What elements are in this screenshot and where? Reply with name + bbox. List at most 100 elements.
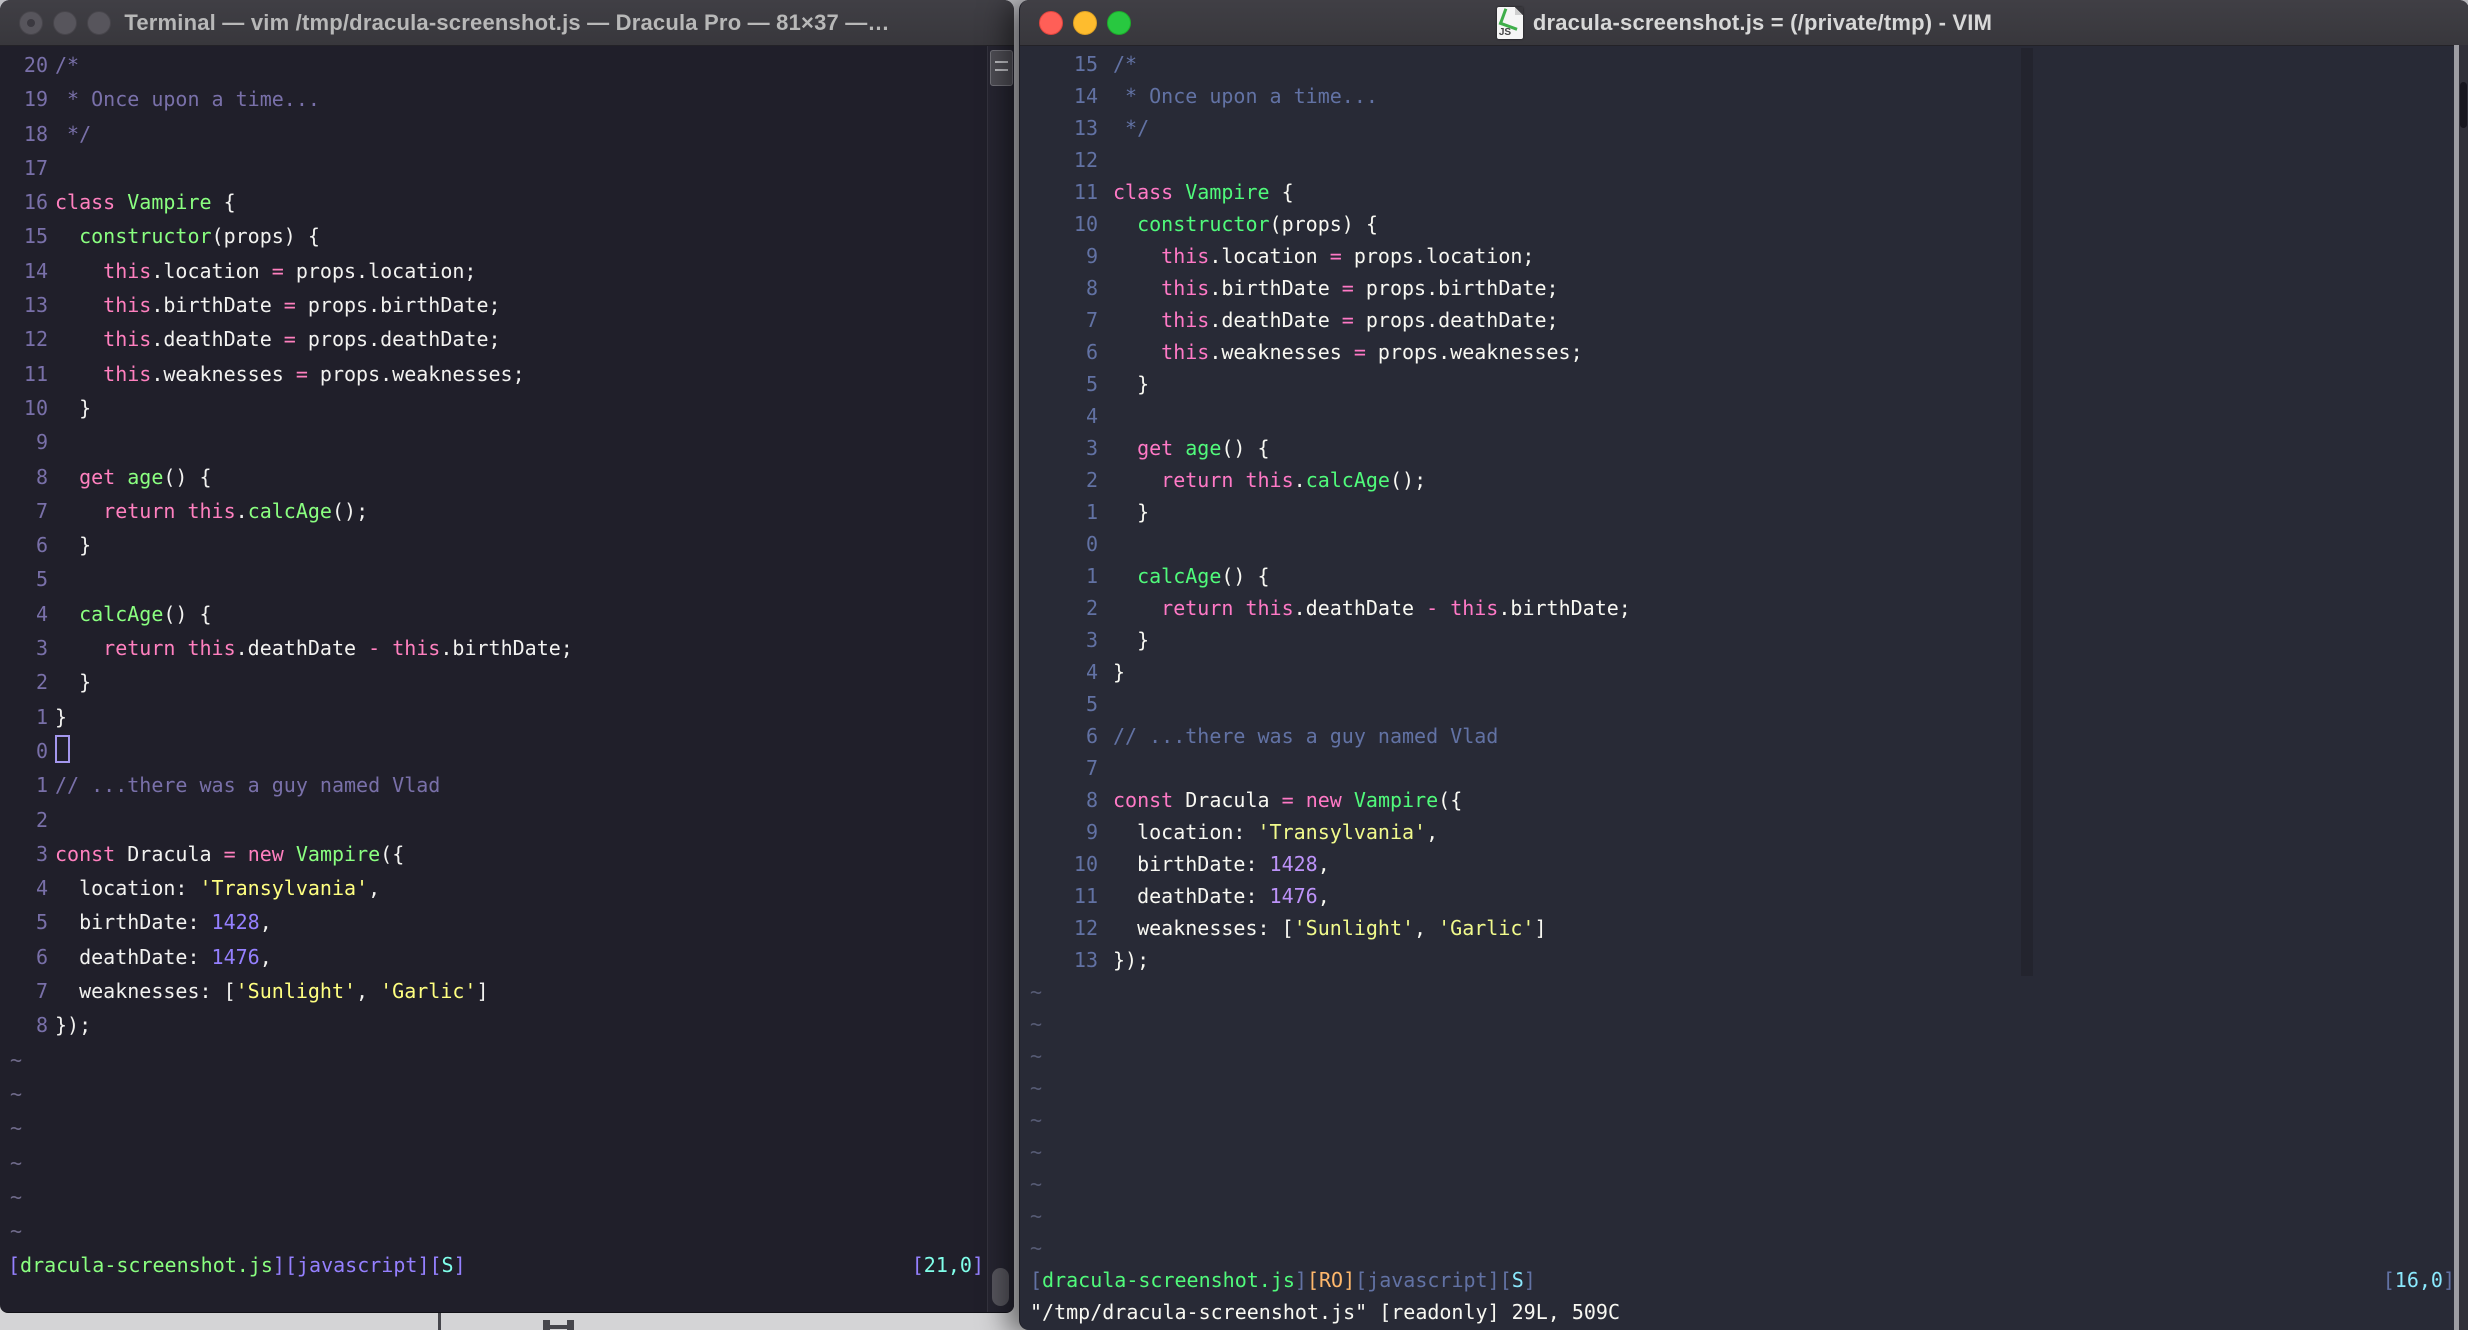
code-token: .birthDate bbox=[151, 293, 284, 318]
code-line: 19 * Once upon a time... bbox=[0, 82, 988, 116]
code-token: this bbox=[103, 361, 152, 386]
line-number: 17 bbox=[23, 155, 48, 180]
code-token: // ...there was a guy named Vlad bbox=[55, 773, 441, 798]
line-number: 4 bbox=[1085, 660, 1098, 684]
macvim-window: JS dracula-screenshot.js = (/private/tmp… bbox=[1019, 0, 2468, 1330]
code-token: this bbox=[1161, 340, 1210, 364]
code-token: S bbox=[441, 1253, 454, 1278]
line-number: 12 bbox=[23, 327, 48, 352]
code-token: }); bbox=[1113, 948, 1150, 972]
tilde-marker: ~ bbox=[10, 1150, 23, 1175]
code-token: return bbox=[103, 636, 176, 661]
line-number: 4 bbox=[35, 876, 48, 901]
code-token: Vampire bbox=[127, 190, 212, 215]
close-button[interactable] bbox=[1039, 11, 1063, 35]
code-line: 12 bbox=[1020, 144, 2468, 176]
code-token: props.location; bbox=[283, 258, 477, 283]
code-line: 9 bbox=[0, 425, 988, 459]
code-token: .birthDate; bbox=[1498, 596, 1631, 620]
vim-ruler: [21,0] bbox=[912, 1248, 984, 1282]
line-number: 3 bbox=[1085, 628, 1098, 652]
line-number: 18 bbox=[23, 121, 48, 146]
vim-text-area[interactable]: 20/* 19 * Once upon a time... 18 */17 16 cla… bbox=[0, 48, 988, 1312]
code-token: , bbox=[1426, 820, 1439, 844]
code-token: ][ bbox=[1487, 1268, 1512, 1292]
code-token: , bbox=[1317, 884, 1330, 908]
code-line: 11 this.weaknesses = props.weaknesses; bbox=[0, 357, 988, 391]
code-token: (props) { bbox=[1269, 212, 1378, 236]
scrollbar-thumb[interactable] bbox=[992, 1268, 1009, 1306]
code-line: 7 bbox=[1020, 752, 2468, 784]
close-button[interactable] bbox=[19, 11, 43, 35]
macvim-titlebar[interactable]: JS dracula-screenshot.js = (/private/tmp… bbox=[1020, 0, 2468, 46]
line-number: 6 bbox=[35, 944, 48, 969]
vim-cursor bbox=[55, 734, 70, 763]
code-line: 9 this.location = props.location; bbox=[1020, 240, 2468, 272]
terminal-scrollbar[interactable] bbox=[987, 46, 1014, 1312]
code-token: [ bbox=[1030, 1268, 1043, 1292]
vim-statusline: [dracula-screenshot.js][javascript][S] [2… bbox=[0, 1248, 988, 1282]
code-token: this bbox=[1161, 244, 1210, 268]
code-token: javascript bbox=[1367, 1268, 1488, 1292]
tilde-marker: ~ bbox=[1030, 1204, 1043, 1228]
vim-text-area[interactable]: 15/* 14 * Once upon a time... 13 */12 11 cla… bbox=[1020, 48, 2468, 1330]
code-token: return bbox=[1161, 596, 1234, 620]
vim-command-line bbox=[0, 1283, 988, 1312]
code-line: 6 this.weaknesses = props.weaknesses; bbox=[1020, 336, 2468, 368]
line-number: 5 bbox=[1085, 692, 1098, 716]
tilde-line: ~ bbox=[0, 1146, 988, 1180]
line-number: 6 bbox=[35, 533, 48, 558]
code-line: 2 return this.deathDate - this.birthDate… bbox=[1020, 592, 2468, 624]
code-token: /* bbox=[1113, 52, 1138, 76]
line-number: 10 bbox=[1073, 212, 1098, 236]
code-token: .weaknesses bbox=[1209, 340, 1354, 364]
code-line: 10 } bbox=[0, 391, 988, 425]
code-token: ] bbox=[1534, 916, 1547, 940]
line-number: 10 bbox=[23, 395, 48, 420]
tilde-line: ~ bbox=[0, 1111, 988, 1145]
split-pane-icon[interactable] bbox=[990, 50, 1013, 86]
code-token: deathDate: bbox=[55, 944, 212, 969]
code-token: .birthDate; bbox=[440, 636, 573, 661]
line-number: 9 bbox=[1085, 244, 1098, 268]
line-number: 2 bbox=[35, 807, 48, 832]
code-line: 5 } bbox=[1020, 368, 2468, 400]
zoom-button[interactable] bbox=[1107, 11, 1131, 35]
code-token: calcAge bbox=[1137, 564, 1222, 588]
code-line: 5 bbox=[0, 562, 988, 596]
line-number: 9 bbox=[1085, 820, 1098, 844]
code-line: 8 const Dracula = new Vampire({ bbox=[1020, 784, 2468, 816]
code-line: 0 bbox=[0, 734, 988, 768]
code-token: , bbox=[259, 944, 272, 969]
terminal-titlebar[interactable]: Terminal — vim /tmp/dracula-screenshot.j… bbox=[0, 0, 1014, 46]
code-token: get bbox=[79, 464, 116, 489]
code-token: props.weaknesses; bbox=[1365, 340, 1583, 364]
code-token: = bbox=[1281, 788, 1294, 812]
tilde-line: ~ bbox=[1020, 1136, 2468, 1168]
minimize-button[interactable] bbox=[1073, 11, 1097, 35]
code-token: 16,0 bbox=[2394, 1268, 2443, 1292]
js-file-icon[interactable]: JS bbox=[1496, 6, 1523, 39]
code-token: } bbox=[1113, 500, 1150, 524]
code-token: S bbox=[1511, 1268, 1524, 1292]
desktop: Terminal — vim /tmp/dracula-screenshot.j… bbox=[0, 0, 2468, 1330]
code-line: 11 class Vampire { bbox=[1020, 176, 2468, 208]
code-token: return bbox=[1161, 468, 1234, 492]
code-token: age bbox=[127, 464, 164, 489]
code-token: [ bbox=[911, 1253, 924, 1278]
code-token: [ bbox=[2382, 1268, 2395, 1292]
code-token: this bbox=[392, 636, 441, 661]
code-token: 1476 bbox=[1269, 884, 1318, 908]
zoom-button[interactable] bbox=[87, 11, 111, 35]
minimize-button[interactable] bbox=[53, 11, 77, 35]
code-token: [RO] bbox=[1306, 1268, 1356, 1292]
code-token: 1428 bbox=[211, 910, 260, 935]
